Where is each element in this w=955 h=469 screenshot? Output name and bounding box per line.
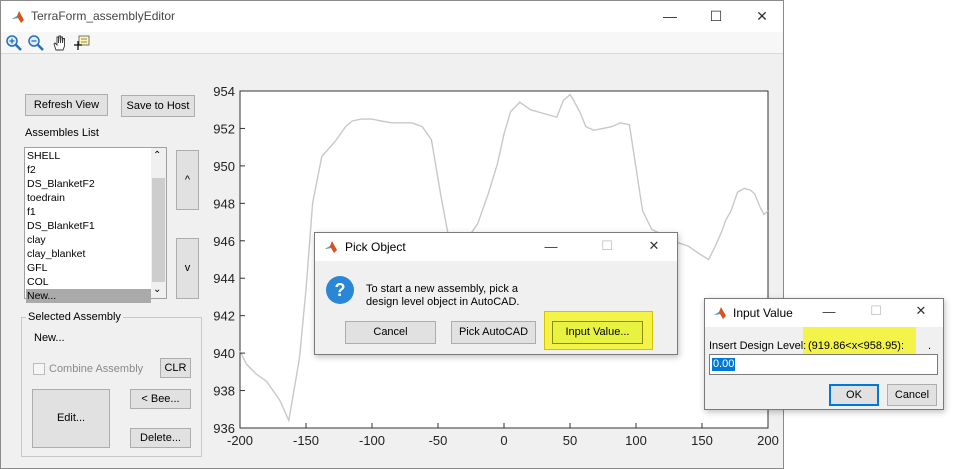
x-tick-label: 200	[757, 433, 779, 448]
y-tick-label: 938	[213, 384, 235, 399]
minimize-button[interactable]: —	[541, 239, 561, 254]
pick-autocad-button[interactable]: Pick AutoCAD	[451, 321, 536, 344]
x-tick-label: 50	[563, 433, 577, 448]
input-value-button[interactable]: Input Value...	[552, 321, 643, 344]
x-tick-label: 100	[625, 433, 647, 448]
x-tick-label: -150	[293, 433, 319, 448]
matlab-logo-icon	[714, 307, 726, 319]
close-button[interactable]: ✕	[644, 238, 664, 254]
pick-message-line1: To start a new assembly, pick a	[366, 283, 519, 295]
y-tick-label: 952	[213, 121, 235, 136]
y-tick-label: 940	[213, 346, 235, 361]
question-icon: ?	[326, 276, 354, 304]
prompt-dot: .	[928, 340, 932, 352]
y-tick-label: 946	[213, 234, 235, 249]
input-value-dialog: Input Value — ☐ ✕ Insert Design Level: (…	[704, 298, 944, 410]
svg-text:?: ?	[335, 280, 346, 300]
x-tick-label: -100	[359, 433, 385, 448]
design-level-input[interactable]: 0.00	[709, 354, 938, 375]
pick-dialog-title: Pick Object	[345, 240, 406, 254]
cancel-button[interactable]: Cancel	[887, 384, 937, 406]
maximize-button: ☐	[870, 303, 882, 318]
design-level-range: (919.86<x<958.95):	[808, 340, 905, 352]
pick-dialog-titlebar: Pick Object — ☐ ✕	[315, 233, 677, 261]
y-tick-label: 936	[213, 421, 235, 436]
close-button[interactable]: ✕	[911, 303, 931, 319]
minimize-button[interactable]: —	[819, 304, 839, 319]
input-dialog-title: Input Value	[733, 306, 793, 320]
y-tick-label: 954	[213, 84, 235, 99]
x-tick-label: 150	[691, 433, 713, 448]
x-tick-label: 0	[500, 433, 507, 448]
y-tick-label: 942	[213, 309, 235, 324]
y-tick-label: 944	[213, 271, 235, 286]
y-tick-label: 948	[213, 196, 235, 211]
matlab-logo-icon	[325, 241, 337, 253]
y-tick-label: 950	[213, 159, 235, 174]
pick-object-dialog: Pick Object — ☐ ✕ ? To start a new assem…	[314, 232, 678, 355]
ok-button[interactable]: OK	[829, 384, 879, 406]
input-dialog-titlebar: Input Value — ☐ ✕	[705, 299, 943, 327]
design-level-prompt: Insert Design Level:	[709, 340, 807, 352]
pick-message-line2: design level object in AutoCAD.	[366, 296, 520, 308]
design-level-value: 0.00	[712, 358, 736, 371]
x-tick-label: -50	[429, 433, 448, 448]
maximize-button: ☐	[601, 238, 613, 253]
cancel-button[interactable]: Cancel	[345, 321, 436, 344]
